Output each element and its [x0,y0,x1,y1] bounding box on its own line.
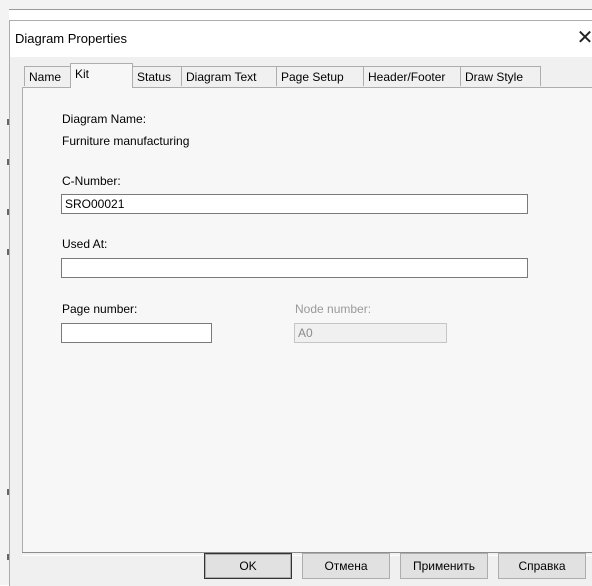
c-number-field[interactable] [61,194,528,214]
tab-name[interactable]: Name [24,66,71,86]
title-bar[interactable]: Diagram Properties ✕ [10,21,592,57]
diagram-properties-dialog: Diagram Properties ✕ Name Kit Status Dia… [9,20,592,586]
tab-page-setup[interactable]: Page Setup [276,66,364,86]
tab-diagram-text[interactable]: Diagram Text [181,66,277,86]
node-number-label: Node number: [295,302,372,316]
page-number-label: Page number: [62,302,138,316]
cancel-button[interactable]: Отмена [302,553,390,579]
page-number-field[interactable] [61,323,212,343]
node-number-field [294,323,447,343]
close-icon[interactable]: ✕ [575,26,592,50]
ok-button[interactable]: OK [204,553,292,579]
diagram-name-value: Furniture manufacturing [62,134,190,148]
dialog-title: Diagram Properties [15,31,127,46]
tab-header-footer[interactable]: Header/Footer [363,66,461,86]
tab-kit[interactable]: Kit [70,63,133,88]
apply-button[interactable]: Применить [400,553,488,579]
help-button[interactable]: Справка [498,553,586,579]
tab-status[interactable]: Status [132,66,182,86]
background-window-edge [0,0,592,10]
kit-tab-panel: Diagram Name: Furniture manufacturing C-… [22,87,592,553]
used-at-field[interactable] [61,258,528,278]
background-window-left [0,9,9,585]
tab-strip: Name Kit Status Diagram Text Page Setup … [10,63,592,88]
tab-draw-style[interactable]: Draw Style [460,66,541,86]
diagram-name-label: Diagram Name: [62,112,147,126]
used-at-label: Used At: [62,237,108,251]
c-number-label: C-Number: [62,174,121,188]
